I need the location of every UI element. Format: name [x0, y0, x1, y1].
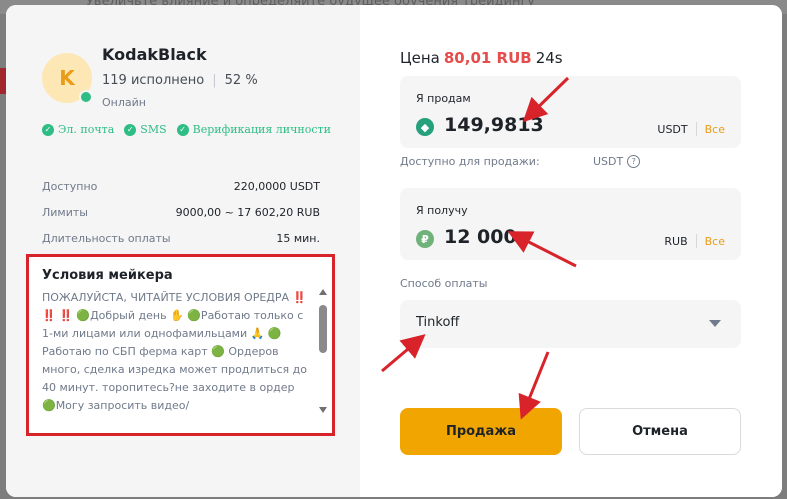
info-row-available: Доступно 220,0000 USDT: [42, 180, 320, 193]
payment-method-value: Tinkoff: [416, 315, 460, 330]
sell-currency-controls: USDT Все: [657, 122, 725, 136]
verification-sms: ✓ SMS: [124, 123, 167, 136]
online-indicator: [79, 90, 93, 104]
sell-all-button[interactable]: Все: [705, 123, 725, 136]
maker-name[interactable]: KodakBlack: [102, 45, 207, 64]
price-label: Цена: [400, 49, 440, 67]
maker-panel: K KodakBlack 119 исполнено | 52 % Онлайн ✓…: [6, 5, 360, 497]
help-icon[interactable]: ?: [627, 155, 641, 168]
available-for-sale-value: USDT ?: [593, 155, 641, 168]
verification-list: ✓ Эл. почта ✓ SMS ✓ Верификация личности: [42, 123, 331, 136]
sell-label: Я продам: [416, 92, 471, 105]
terms-title: Условия мейкера: [42, 268, 173, 283]
completed-orders: 119 исполнено: [102, 73, 205, 88]
field-divider: [695, 122, 697, 136]
check-icon: ✓: [176, 123, 189, 136]
scroll-thumb[interactable]: [319, 305, 327, 353]
scroll-down-arrow-icon[interactable]: [319, 407, 327, 413]
payment-method-select[interactable]: Tinkoff: [400, 300, 741, 348]
completion-rate: 52 %: [224, 73, 258, 88]
info-row-payment-time: Длительность оплаты 15 мин.: [42, 232, 320, 245]
verification-email: ✓ Эл. почта: [42, 123, 114, 136]
receive-currency: RUB: [664, 234, 688, 248]
info-row-limits: Лимиты 9000,00 ~ 17 602,20 RUB: [42, 206, 320, 219]
verification-identity: ✓ Верификация личности: [176, 123, 331, 136]
p2p-order-modal: K KodakBlack 119 исполнено | 52 % Онлайн ✓…: [6, 5, 782, 497]
available-for-sale-label: Доступно для продажи:: [400, 155, 540, 168]
sell-currency: USDT: [657, 122, 688, 136]
price-line: Цена 80,01 RUB 24s: [400, 49, 563, 67]
cancel-button[interactable]: Отмена: [579, 408, 741, 455]
maker-status: Онлайн: [102, 96, 146, 109]
receive-all-button[interactable]: Все: [705, 235, 725, 248]
receive-currency-controls: RUB Все: [664, 234, 725, 248]
receive-amount-field[interactable]: Я получу ₽ 12 000 RUB Все: [400, 188, 741, 260]
maker-stats: 119 исполнено | 52 %: [102, 73, 258, 88]
receive-amount-input[interactable]: 12 000: [444, 226, 517, 248]
payment-method-label: Способ оплаты: [400, 277, 488, 290]
sell-amount-field[interactable]: Я продам ◆ 149,9813 USDT Все: [400, 76, 741, 148]
check-icon: ✓: [42, 123, 54, 136]
stats-divider: |: [212, 73, 217, 88]
terms-text[interactable]: ПОЖАЛУЙСТА, ЧИТАЙТЕ УСЛОВИЯ ОРЕДРА ‼️ ‼️…: [42, 289, 308, 419]
price-timer: 24s: [535, 49, 563, 67]
price-value: 80,01 RUB: [443, 49, 532, 67]
check-icon: ✓: [124, 123, 137, 136]
order-form: Цена 80,01 RUB 24s Я продам ◆ 149,9813 USD…: [360, 5, 782, 497]
scroll-up-arrow-icon[interactable]: [319, 289, 327, 295]
usdt-coin-icon: ◆: [416, 118, 434, 136]
sell-button[interactable]: Продажа: [400, 408, 562, 455]
sell-amount-input[interactable]: 149,9813: [444, 114, 544, 136]
terms-scrollbar[interactable]: [318, 289, 328, 413]
receive-label: Я получу: [416, 204, 468, 217]
rub-coin-icon: ₽: [416, 230, 434, 248]
chevron-down-icon: [709, 320, 721, 327]
maker-terms-box: Условия мейкера ПОЖАЛУЙСТА, ЧИТАЙТЕ УСЛО…: [26, 254, 335, 436]
field-divider: [695, 234, 697, 248]
